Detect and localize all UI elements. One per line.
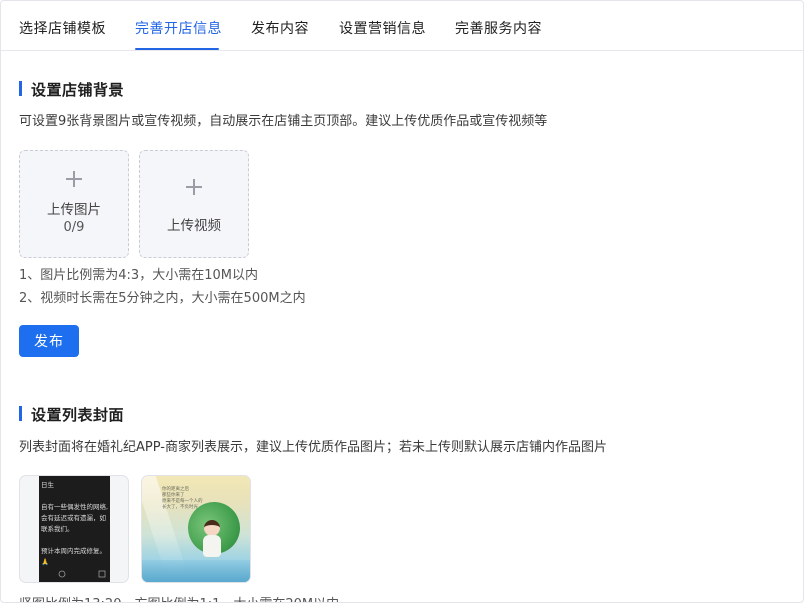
step-tabs: 选择店铺模板 完善开店信息 发布内容 设置营销信息 完善服务内容	[1, 1, 803, 51]
section-title-cover: 设置列表封面	[19, 404, 124, 425]
thumb-text-line	[41, 535, 108, 546]
note-image-ratio: 1、图片比例需为4:3，大小需在10M以内	[19, 268, 258, 283]
character-head	[204, 520, 220, 536]
note-cover-ratio: 竖图比例为13:20，方图比例为1:1，大小需在20M以内	[19, 593, 339, 602]
publish-button[interactable]: 发布	[19, 325, 79, 357]
comment-share-icons	[58, 570, 106, 578]
section-desc-background: 可设置9张背景图片或宣传视频，自动展示在店铺主页顶部。建议上传优质作品或宣传视频…	[19, 114, 548, 129]
plus-icon	[66, 171, 82, 187]
note-video-duration: 2、视频时长需在5分钟之内，大小需在500M之内	[19, 291, 306, 306]
cover-thumbnail-vertical[interactable]: 日生 自有一些偶发性的网络, 会有延迟或有遗漏，如 联系我们。 预计本周内完成修…	[19, 475, 129, 583]
character-body	[203, 535, 221, 557]
plus-icon	[186, 179, 202, 195]
thumb-text-line: 自有一些偶发性的网络,	[41, 503, 108, 511]
upload-image-button[interactable]: 上传图片 0/9	[19, 150, 129, 258]
thumb-text-line: 🙏	[41, 558, 50, 566]
tab-service-content[interactable]: 完善服务内容	[455, 18, 542, 38]
cover-thumbnail-square[interactable]: 你的距离之后 那些你来了 原来不是每一个人的 长大了，不负时光	[141, 475, 251, 583]
section-title-background: 设置店铺背景	[19, 79, 124, 100]
page-frame: 选择店铺模板 完善开店信息 发布内容 设置营销信息 完善服务内容 设置店铺背景 …	[0, 0, 804, 603]
phone-screenshot: 日生 自有一些偶发性的网络, 会有延迟或有遗漏，如 联系我们。 预计本周内完成修…	[39, 476, 110, 582]
tab-publish-content[interactable]: 发布内容	[251, 18, 309, 38]
tab-marketing-info[interactable]: 设置营销信息	[339, 18, 426, 38]
section-desc-cover: 列表封面将在婚礼纪APP-商家列表展示，建议上传优质作品图片；若未上传则默认展示…	[19, 440, 607, 455]
upload-image-count: 0/9	[63, 220, 85, 235]
thumb-text-line: 预计本周内完成修复。	[41, 547, 106, 555]
upload-video-button[interactable]: 上传视频	[139, 150, 249, 258]
thumb-text-line: 会有延迟或有遗漏，如	[41, 514, 106, 522]
thumb-text-line: 日生	[41, 481, 54, 489]
tab-complete-shop-info[interactable]: 完善开店信息	[135, 18, 222, 38]
water-illustration	[142, 560, 250, 582]
tab-select-template[interactable]: 选择店铺模板	[19, 18, 106, 38]
thumb-text-line: 联系我们。	[41, 525, 74, 533]
active-tab-indicator	[135, 48, 219, 50]
thumb-text-line	[41, 491, 108, 502]
upload-video-label: 上传视频	[167, 218, 221, 234]
upload-image-label: 上传图片	[47, 202, 101, 218]
